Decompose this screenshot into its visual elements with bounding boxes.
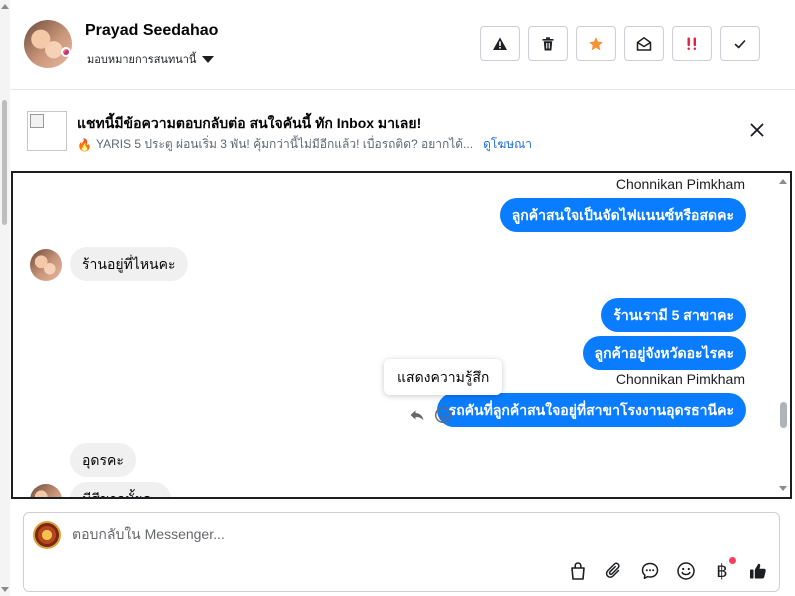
ad-context-banner: แชทนี้มีข้อความตอบกลับต่อ สนใจคันนี้ ทัก… [10, 100, 795, 162]
fire-icon: 🔥 [77, 137, 92, 152]
message-bubble-incoming[interactable]: ร้านอยู่ที่ไหนคะ [70, 247, 188, 281]
message-bubble-incoming[interactable]: อุดรคะ [70, 443, 136, 477]
reply-button[interactable] [407, 405, 427, 425]
emoji-icon[interactable] [674, 559, 698, 583]
mark-unread-button[interactable] [624, 26, 664, 61]
contact-avatar-small [30, 249, 62, 281]
instagram-badge-icon [61, 47, 71, 57]
star-button[interactable] [576, 26, 616, 61]
star-icon [589, 36, 603, 50]
ad-subtitle: YARIS 5 ประตู ผ่อนเริ่ม 3 พัน! คุ้มกว่าน… [95, 137, 474, 151]
warning-icon [493, 37, 507, 50]
thread-scrollbar[interactable] [776, 173, 790, 497]
sender-name: Chonnikan Pimkham [615, 176, 745, 192]
reply-icon [410, 410, 424, 421]
scroll-up-arrow[interactable] [779, 179, 787, 184]
ad-thumbnail[interactable] [27, 111, 67, 151]
contact-avatar[interactable] [24, 20, 72, 68]
caret-down-icon [202, 55, 215, 63]
contact-avatar-small [30, 484, 62, 497]
scroll-thumb[interactable] [2, 100, 7, 225]
react-tooltip: แสดงความรู้สึก [384, 359, 503, 395]
assign-conversation-dropdown[interactable]: มอบหมายการสนทนานี้ [87, 50, 215, 68]
scroll-down-arrow[interactable] [1, 587, 9, 592]
message-bubble-outgoing[interactable]: ร้านเรามี 5 สาขาคะ [601, 298, 746, 332]
scroll-down-arrow[interactable] [779, 486, 787, 491]
check-icon [734, 39, 746, 48]
thumbs-up-icon[interactable] [746, 559, 770, 583]
conversation-header: Prayad Seedahao มอบหมายการสนทนานี้ [10, 0, 795, 90]
reply-input[interactable] [72, 526, 672, 542]
notification-dot [729, 557, 736, 564]
reply-composer: ฿ [23, 512, 780, 592]
shopping-bag-icon[interactable] [566, 559, 590, 583]
message-bubble-incoming[interactable]: มีสีขาวมั้ยคะ [70, 482, 172, 497]
message-bubble-outgoing[interactable]: รถคันที่ลูกค้าสนใจอยู่ที่สาขาโรงงานอุดรธ… [436, 393, 746, 427]
envelope-open-icon [636, 36, 652, 51]
react-button[interactable] [433, 405, 453, 425]
composer-toolbar: ฿ [566, 557, 770, 583]
scroll-thumb[interactable] [780, 402, 787, 428]
ad-title: แชทนี้มีข้อความตอบกลับต่อ สนใจคันนี้ ทัก… [77, 115, 422, 131]
header-actions [480, 26, 760, 61]
baht-symbol: ฿ [716, 560, 728, 582]
close-icon[interactable] [747, 120, 767, 140]
sender-name: Chonnikan Pimkham [615, 371, 745, 387]
ad-subtitle-row: 🔥 YARIS 5 ประตู ผ่อนเริ่ม 3 พัน! คุ้มกว่… [77, 135, 532, 154]
message-thread[interactable]: Chonnikan Pimkham ลูกค้าสนใจเป็นจัดไฟแนน… [11, 171, 792, 499]
emoji-icon [434, 406, 452, 424]
baht-payment-icon[interactable]: ฿ [710, 557, 736, 583]
spam-button[interactable] [672, 26, 712, 61]
message-bubble-outgoing[interactable]: ลูกค้าสนใจเป็นจัดไฟแนนซ์หรือสดคะ [499, 198, 746, 232]
done-button[interactable] [720, 26, 760, 61]
exclamation-icon [687, 37, 696, 50]
message-bubble-outgoing[interactable]: ลูกค้าอยู่จังหวัดอะไรคะ [582, 336, 746, 370]
assign-label: มอบหมายการสนทนานี้ [87, 54, 197, 66]
view-ad-link[interactable]: ดูโฆษณา [483, 135, 532, 154]
scroll-up-arrow[interactable] [1, 4, 9, 9]
report-button[interactable] [480, 26, 520, 61]
delete-button[interactable] [528, 26, 568, 61]
saved-reply-icon[interactable] [638, 559, 662, 583]
page-avatar [33, 521, 61, 549]
contact-name[interactable]: Prayad Seedahao [85, 22, 218, 40]
paperclip-icon[interactable] [602, 559, 626, 583]
trash-icon [542, 36, 554, 50]
message-hover-tools [407, 405, 453, 425]
page-scrollbar[interactable] [0, 0, 10, 596]
